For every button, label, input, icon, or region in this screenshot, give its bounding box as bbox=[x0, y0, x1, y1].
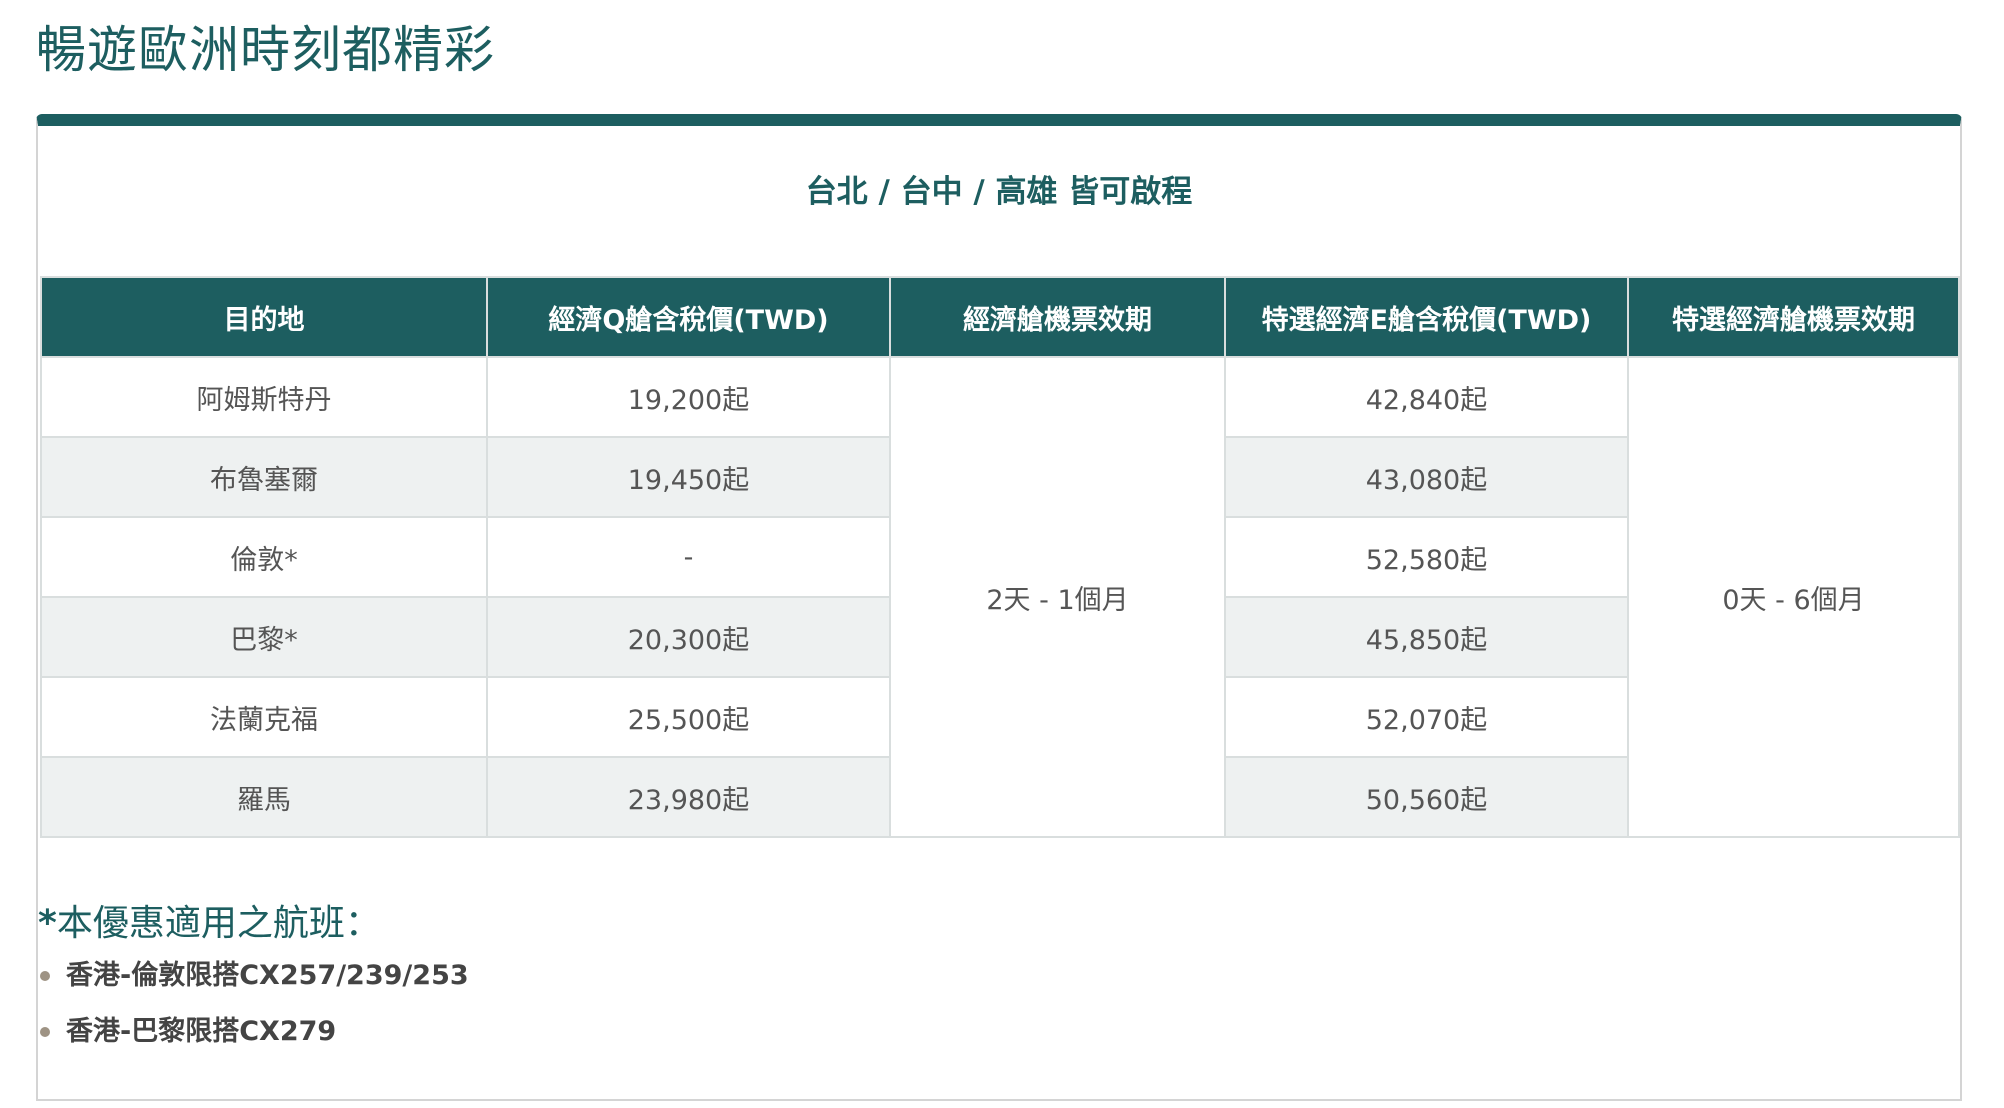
economy-price-cell: 25,500起 bbox=[486, 676, 891, 758]
premium-price-cell: 42,840起 bbox=[1224, 356, 1629, 438]
bullet-icon bbox=[40, 1027, 50, 1037]
departure-cities-heading: 台北 / 台中 / 高雄 皆可啟程 bbox=[805, 174, 1193, 210]
notes-list: 香港-倫敦限搭CX257/239/253 香港-巴黎限搭CX279 bbox=[38, 948, 469, 1060]
header-premium-validity: 特選經濟艙機票效期 bbox=[1627, 276, 1960, 358]
premium-validity-cell: 0天 - 6個月 bbox=[1627, 356, 1960, 838]
notes-title: *本優惠適用之航班： bbox=[38, 894, 381, 946]
economy-price-cell: - bbox=[486, 516, 891, 598]
header-economy-validity: 經濟艙機票效期 bbox=[889, 276, 1226, 358]
economy-price-cell: 20,300起 bbox=[486, 596, 891, 678]
notes-title-text: 本優惠適用之航班： bbox=[56, 903, 381, 944]
premium-price-cell: 50,560起 bbox=[1224, 756, 1629, 838]
note-text: 香港-巴黎限搭CX279 bbox=[66, 1016, 337, 1047]
header-premium-price: 特選經濟E艙含稅價(TWD) bbox=[1224, 276, 1629, 358]
economy-price-cell: 23,980起 bbox=[486, 756, 891, 838]
list-item: 香港-倫敦限搭CX257/239/253 bbox=[38, 948, 469, 1004]
premium-price-cell: 52,070起 bbox=[1224, 676, 1629, 758]
destination-cell: 布魯塞爾 bbox=[40, 436, 488, 518]
economy-price-cell: 19,450起 bbox=[486, 436, 891, 518]
economy-price-cell: 19,200起 bbox=[486, 356, 891, 438]
header-economy-price: 經濟Q艙含稅價(TWD) bbox=[486, 276, 891, 358]
destination-cell: 羅馬 bbox=[40, 756, 488, 838]
bullet-icon bbox=[40, 971, 50, 981]
destination-cell: 倫敦* bbox=[40, 516, 488, 598]
list-item: 香港-巴黎限搭CX279 bbox=[38, 1004, 469, 1060]
header-destination: 目的地 bbox=[40, 276, 488, 358]
note-text: 香港-倫敦限搭CX257/239/253 bbox=[66, 960, 469, 991]
fare-table: 目的地 經濟Q艙含稅價(TWD) 經濟艙機票效期 特選經濟E艙含稅價(TWD) … bbox=[40, 276, 1960, 838]
table-row: 阿姆斯特丹 19,200起 2天 - 1個月 42,840起 0天 - 6個月 bbox=[40, 356, 1960, 838]
destination-cell: 法蘭克福 bbox=[40, 676, 488, 758]
premium-price-cell: 43,080起 bbox=[1224, 436, 1629, 518]
premium-price-cell: 45,850起 bbox=[1224, 596, 1629, 678]
economy-validity-cell: 2天 - 1個月 bbox=[889, 356, 1226, 838]
destination-cell: 阿姆斯特丹 bbox=[40, 356, 488, 438]
table-header-row: 目的地 經濟Q艙含稅價(TWD) 經濟艙機票效期 特選經濟E艙含稅價(TWD) … bbox=[40, 276, 1960, 358]
notes-asterisk: * bbox=[38, 903, 57, 944]
destination-cell: 巴黎* bbox=[40, 596, 488, 678]
fare-card: 台北 / 台中 / 高雄 皆可啟程 目的地 經濟Q艙含稅價(TWD) 經濟艙機票… bbox=[36, 114, 1962, 1101]
premium-price-cell: 52,580起 bbox=[1224, 516, 1629, 598]
page-title: 暢遊歐洲時刻都精彩 bbox=[36, 21, 495, 79]
